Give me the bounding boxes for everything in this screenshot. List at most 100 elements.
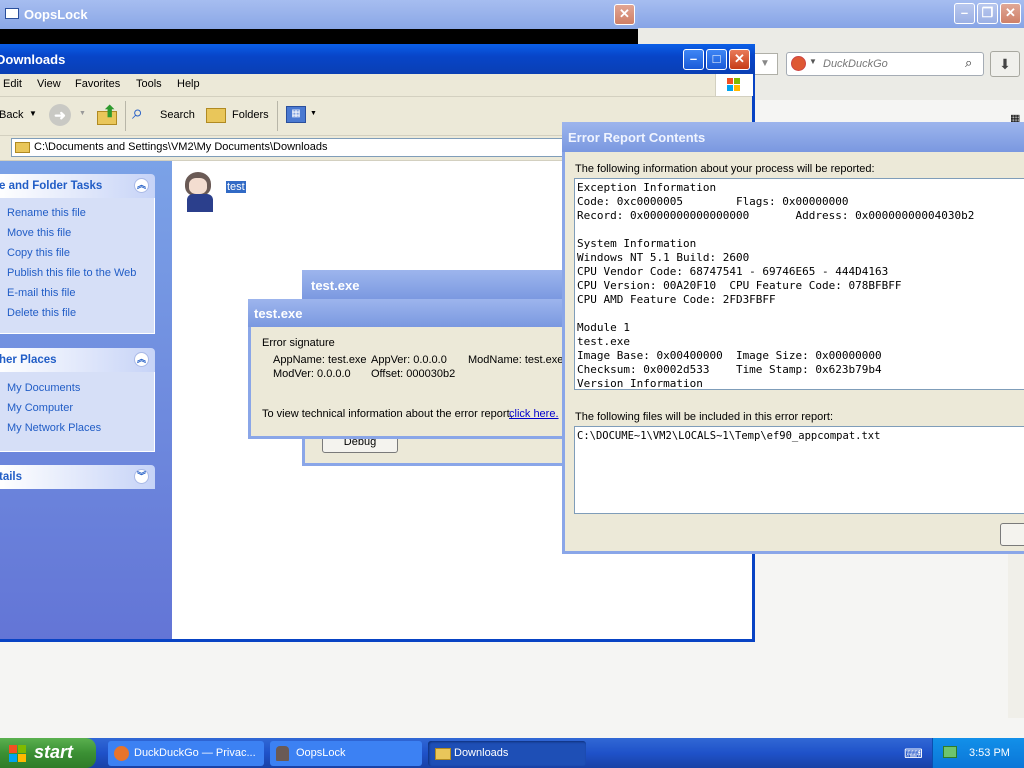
taskbar-item-duckduckgo[interactable]: DuckDuckGo — Privac... [108, 741, 264, 766]
task-pane: e and Folder Tasks ︽ Rename this file Mo… [0, 161, 172, 639]
folders-button[interactable]: Folders [232, 109, 269, 121]
oopslock-window: OopsLock ✕ [0, 0, 638, 44]
menu-favorites[interactable]: Favorites [75, 78, 120, 90]
up-folder-icon[interactable]: ⬆ [97, 104, 119, 126]
oopslock-title: OopsLock [24, 7, 88, 22]
clock[interactable]: 3:53 PM [969, 747, 1010, 759]
report-line: CPU Vendor Code: 68747541 - 69746E65 - 4… [577, 265, 889, 278]
error-report-window: Error Report Contents The following info… [562, 122, 1024, 554]
taskbar-item-downloads[interactable]: Downloads [428, 741, 586, 766]
search-engine-dropdown-icon[interactable]: ▼ [809, 57, 817, 66]
menu-bar: Edit View Favorites Tools Help [0, 74, 753, 97]
details-header[interactable]: tails ︾ [0, 465, 155, 489]
file-folder-tasks-header[interactable]: e and Folder Tasks ︽ [0, 174, 155, 198]
duckduckgo-icon [791, 56, 806, 71]
my-computer-link[interactable]: My Computer [7, 402, 73, 414]
publish-file-link[interactable]: Publish this file to the Web [7, 267, 136, 279]
folders-icon[interactable] [206, 108, 226, 123]
search-button[interactable]: Search [160, 109, 195, 121]
report-details-box[interactable]: Exception Information Code: 0xc0000005 Fl… [574, 178, 1024, 390]
report-line: Module 1 [577, 321, 630, 334]
report-line: test.exe [577, 335, 630, 348]
firefox-icon [114, 746, 129, 761]
address-input[interactable]: C:\Documents and Settings\VM2\My Documen… [11, 138, 571, 157]
taskbar: start DuckDuckGo — Privac... OopsLock Do… [0, 738, 1024, 768]
search-toolbar-icon[interactable]: ⌕ [132, 102, 143, 125]
other-places-title: her Places [0, 354, 57, 366]
testexe-front-titlebar: test.exe [248, 299, 572, 327]
search-input[interactable]: DuckDuckGo [823, 58, 888, 70]
firefox-close-button[interactable]: ✕ [1000, 3, 1021, 24]
forward-dropdown-icon[interactable]: ▼ [79, 110, 86, 117]
report-line: Checksum: 0x0002d533 Time Stamp: 0x623b7… [577, 363, 882, 376]
network-icon[interactable] [943, 746, 957, 758]
explorer-minimize-button[interactable]: – [683, 49, 704, 70]
explorer-maximize-button[interactable]: □ [706, 49, 727, 70]
magnifier-icon[interactable]: ⌕ [965, 55, 972, 71]
taskbar-item-oopslock[interactable]: OopsLock [270, 741, 422, 766]
report-intro-text: The following information about your pro… [575, 163, 875, 175]
expand-chevron-icon[interactable]: ︾ [134, 469, 149, 484]
address-text: C:\Documents and Settings\VM2\My Documen… [34, 141, 328, 153]
technical-info-link[interactable]: click here. [509, 408, 559, 420]
delete-file-link[interactable]: Delete this file [7, 307, 76, 319]
menu-view[interactable]: View [37, 78, 61, 90]
firefox-maximize-button[interactable]: ❐ [977, 3, 998, 24]
views-icon[interactable]: ▦ [286, 106, 306, 123]
oopslock-close-button[interactable]: ✕ [614, 4, 635, 25]
other-places-body: My Documents My Computer My Network Plac… [0, 372, 155, 452]
download-button[interactable]: ⬇ [990, 51, 1020, 77]
other-places-header[interactable]: her Places ︽ [0, 348, 155, 372]
my-network-places-link[interactable]: My Network Places [7, 422, 101, 434]
technical-info-text: To view technical information about the … [262, 408, 513, 420]
rename-file-link[interactable]: Rename this file [7, 207, 86, 219]
file-item[interactable]: test [177, 170, 257, 216]
my-documents-link[interactable]: My Documents [7, 382, 80, 394]
toolbar-separator-2 [277, 101, 278, 131]
report-line: CPU Version: 00A20F10 CPU Feature Code: … [577, 279, 902, 292]
search-bar[interactable]: ▼ DuckDuckGo ⌕ [786, 52, 984, 76]
folder-taskbar-icon [435, 748, 451, 760]
report-line [577, 307, 974, 321]
move-file-link[interactable]: Move this file [7, 227, 71, 239]
error-signature-label: Error signature [262, 337, 335, 349]
error-report-titlebar: Error Report Contents [562, 122, 1024, 152]
collapse-chevron-icon-2[interactable]: ︽ [134, 352, 149, 367]
collapse-chevron-icon[interactable]: ︽ [134, 178, 149, 193]
firefox-minimize-button[interactable]: – [954, 3, 975, 24]
keyboard-icon[interactable]: ⌨ [904, 746, 923, 762]
back-dropdown-icon[interactable]: ▼ [29, 109, 37, 118]
windows-flag-icon [9, 745, 26, 762]
sig-modname: ModName: test.exe [468, 354, 564, 366]
system-tray: 3:53 PM [932, 738, 1024, 768]
explorer-titlebar: Downloads [0, 44, 755, 74]
toolbar-separator [125, 101, 126, 131]
explorer-close-button[interactable]: ✕ [729, 49, 750, 70]
email-file-link[interactable]: E-mail this file [7, 287, 75, 299]
report-files-box[interactable]: C:\DOCUME~1\VM2\LOCALS~1\Temp\ef90_appco… [574, 426, 1024, 514]
files-intro-text: The following files will be included in … [575, 411, 834, 423]
back-button-label[interactable]: Back [0, 109, 23, 121]
report-line: CPU AMD Feature Code: 2FD3FBFF [577, 293, 776, 306]
menu-edit[interactable]: Edit [3, 78, 22, 90]
testexe-front-dialog: test.exe Error signature AppName: test.e… [248, 299, 572, 439]
details-title: tails [0, 471, 23, 483]
start-button[interactable]: start [0, 738, 96, 768]
folder-icon [15, 142, 30, 153]
forward-button[interactable]: ➜ [49, 104, 71, 126]
close-report-button[interactable] [1000, 523, 1024, 546]
error-signature-group: Error signature AppName: test.exe AppVer… [261, 337, 581, 387]
error-report-title: Error Report Contents [568, 130, 706, 145]
file-name-label: test [226, 181, 246, 193]
copy-file-link[interactable]: Copy this file [7, 247, 70, 259]
testexe-front-title: test.exe [254, 306, 303, 321]
report-file-entry: C:\DOCUME~1\VM2\LOCALS~1\Temp\ef90_appco… [577, 430, 881, 442]
firefox-dropdown-arrow[interactable]: ▼ [752, 53, 778, 75]
menu-tools[interactable]: Tools [136, 78, 162, 90]
sig-appver: AppVer: 0.0.0.0 [371, 354, 447, 366]
report-details-text: Exception Information Code: 0xc0000005 Fl… [577, 181, 975, 389]
menu-help[interactable]: Help [177, 78, 200, 90]
report-line: Record: 0x0000000000000000 Address: 0x00… [577, 209, 975, 222]
windows-logo-icon [715, 74, 753, 96]
views-dropdown-icon[interactable]: ▼ [310, 110, 317, 117]
